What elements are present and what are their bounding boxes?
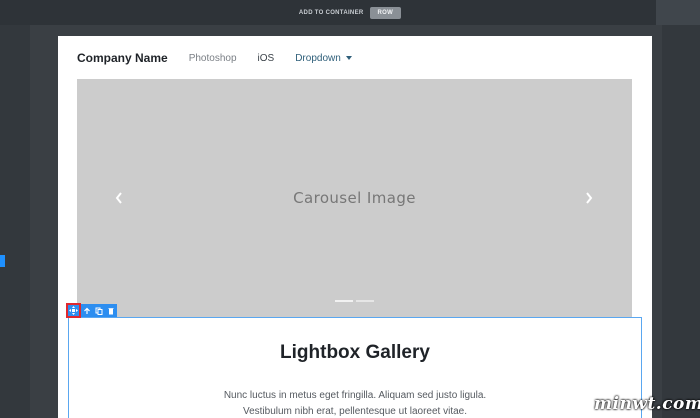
gallery-description: Nunc luctus in metus eget fringilla. Ali… (58, 388, 652, 418)
move-icon[interactable] (66, 303, 81, 318)
carousel: Carousel Image (77, 79, 632, 319)
carousel-indicator-2[interactable] (356, 300, 374, 302)
nav-link-photoshop[interactable]: Photoshop (189, 53, 237, 64)
carousel-caption: Carousel Image (293, 189, 416, 207)
gallery-description-line-1: Nunc luctus in metus eget fringilla. Ali… (223, 390, 487, 401)
chevron-right-icon[interactable] (584, 191, 594, 205)
right-sidebar (662, 25, 700, 418)
brand-link[interactable]: Company Name (77, 51, 168, 65)
carousel-indicators (335, 300, 374, 302)
toolbar-right-strip (656, 0, 700, 25)
page-canvas: Company Name Photoshop iOS Dropdown Caro… (58, 36, 652, 418)
gallery-title: Lightbox Gallery (280, 342, 430, 363)
sidebar-active-marker (0, 255, 5, 267)
row-button[interactable]: ROW (369, 6, 402, 19)
add-to-container-label: ADD TO CONTAINER (298, 9, 364, 16)
nav-dropdown[interactable]: Dropdown (295, 53, 352, 64)
left-sidebar (0, 25, 30, 418)
editor-toolbar: ADD TO CONTAINER ROW (0, 0, 700, 25)
arrow-up-icon[interactable] (81, 304, 93, 317)
nav-dropdown-label: Dropdown (295, 52, 341, 64)
nav-link-ios[interactable]: iOS (258, 53, 275, 64)
row-toolbar (66, 303, 117, 318)
watermark: minwt.com (594, 394, 700, 414)
carousel-indicator-1[interactable] (335, 300, 353, 302)
navbar: Company Name Photoshop iOS Dropdown (77, 50, 352, 66)
caret-down-icon (345, 56, 352, 60)
trash-icon[interactable] (105, 304, 117, 317)
gallery-description-line-2: Vestibulum nibh erat, pellentesque ut la… (242, 406, 468, 417)
copy-icon[interactable] (93, 304, 105, 317)
